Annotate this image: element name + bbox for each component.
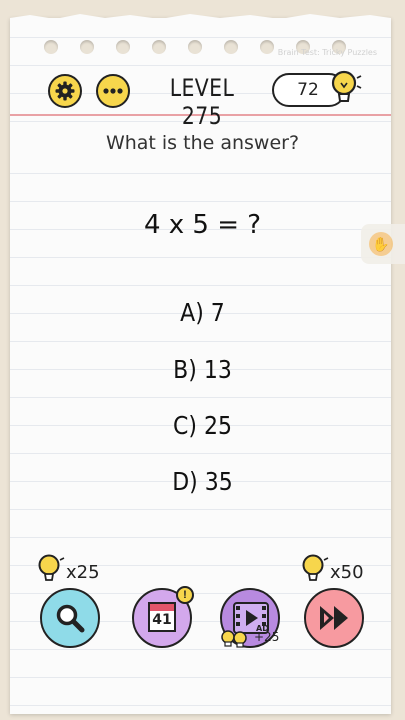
skip-icon [320, 606, 348, 630]
answer-option-b[interactable]: B) 13 [24, 355, 380, 384]
gear-icon [55, 81, 75, 101]
video-reward: +25 [254, 630, 280, 644]
daily-calendar-button[interactable]: 41 ! [132, 586, 194, 648]
answer-option-d[interactable]: D) 35 [24, 467, 380, 496]
binder-hole [260, 40, 274, 54]
calendar-number: 41 [152, 612, 172, 628]
binder-hole [80, 40, 94, 54]
search-icon [56, 604, 85, 633]
lightbulb-icon [221, 630, 247, 648]
answer-option-a[interactable]: A) 7 [24, 298, 380, 327]
binder-hole [224, 40, 238, 54]
lightbulb-icon [331, 70, 362, 102]
watermark: Brain Test: Tricky Puzzles [277, 48, 377, 57]
settings-button[interactable] [48, 74, 82, 108]
watch-video-button[interactable]: AD +25 [220, 588, 280, 648]
binder-hole [44, 40, 58, 54]
lightbulb-icon [38, 554, 65, 581]
level-title: LEVEL 275 [169, 74, 235, 130]
more-button[interactable] [96, 74, 130, 108]
more-icon [103, 88, 123, 94]
lightbulb-icon [302, 554, 329, 581]
notification-badge: ! [176, 586, 194, 604]
binder-hole [188, 40, 202, 54]
skip-cost: x50 [330, 562, 364, 583]
calendar-icon: 41 [148, 602, 176, 632]
binder-hole [152, 40, 166, 54]
equation: 4 x 5 = ? [143, 210, 262, 240]
assistive-touch-icon: ✋ [369, 232, 393, 256]
question-prompt: What is the answer? [105, 132, 300, 154]
torn-edge [10, 14, 391, 24]
hint-count: 72 [297, 80, 319, 100]
side-tab[interactable]: ✋ [361, 224, 405, 264]
answer-option-c[interactable]: C) 25 [24, 411, 380, 440]
binder-hole [116, 40, 130, 54]
calendar-header [150, 604, 174, 611]
hint-cost: x25 [66, 562, 100, 583]
skip-level-button[interactable] [304, 588, 364, 648]
hint-search-button[interactable] [40, 588, 100, 648]
